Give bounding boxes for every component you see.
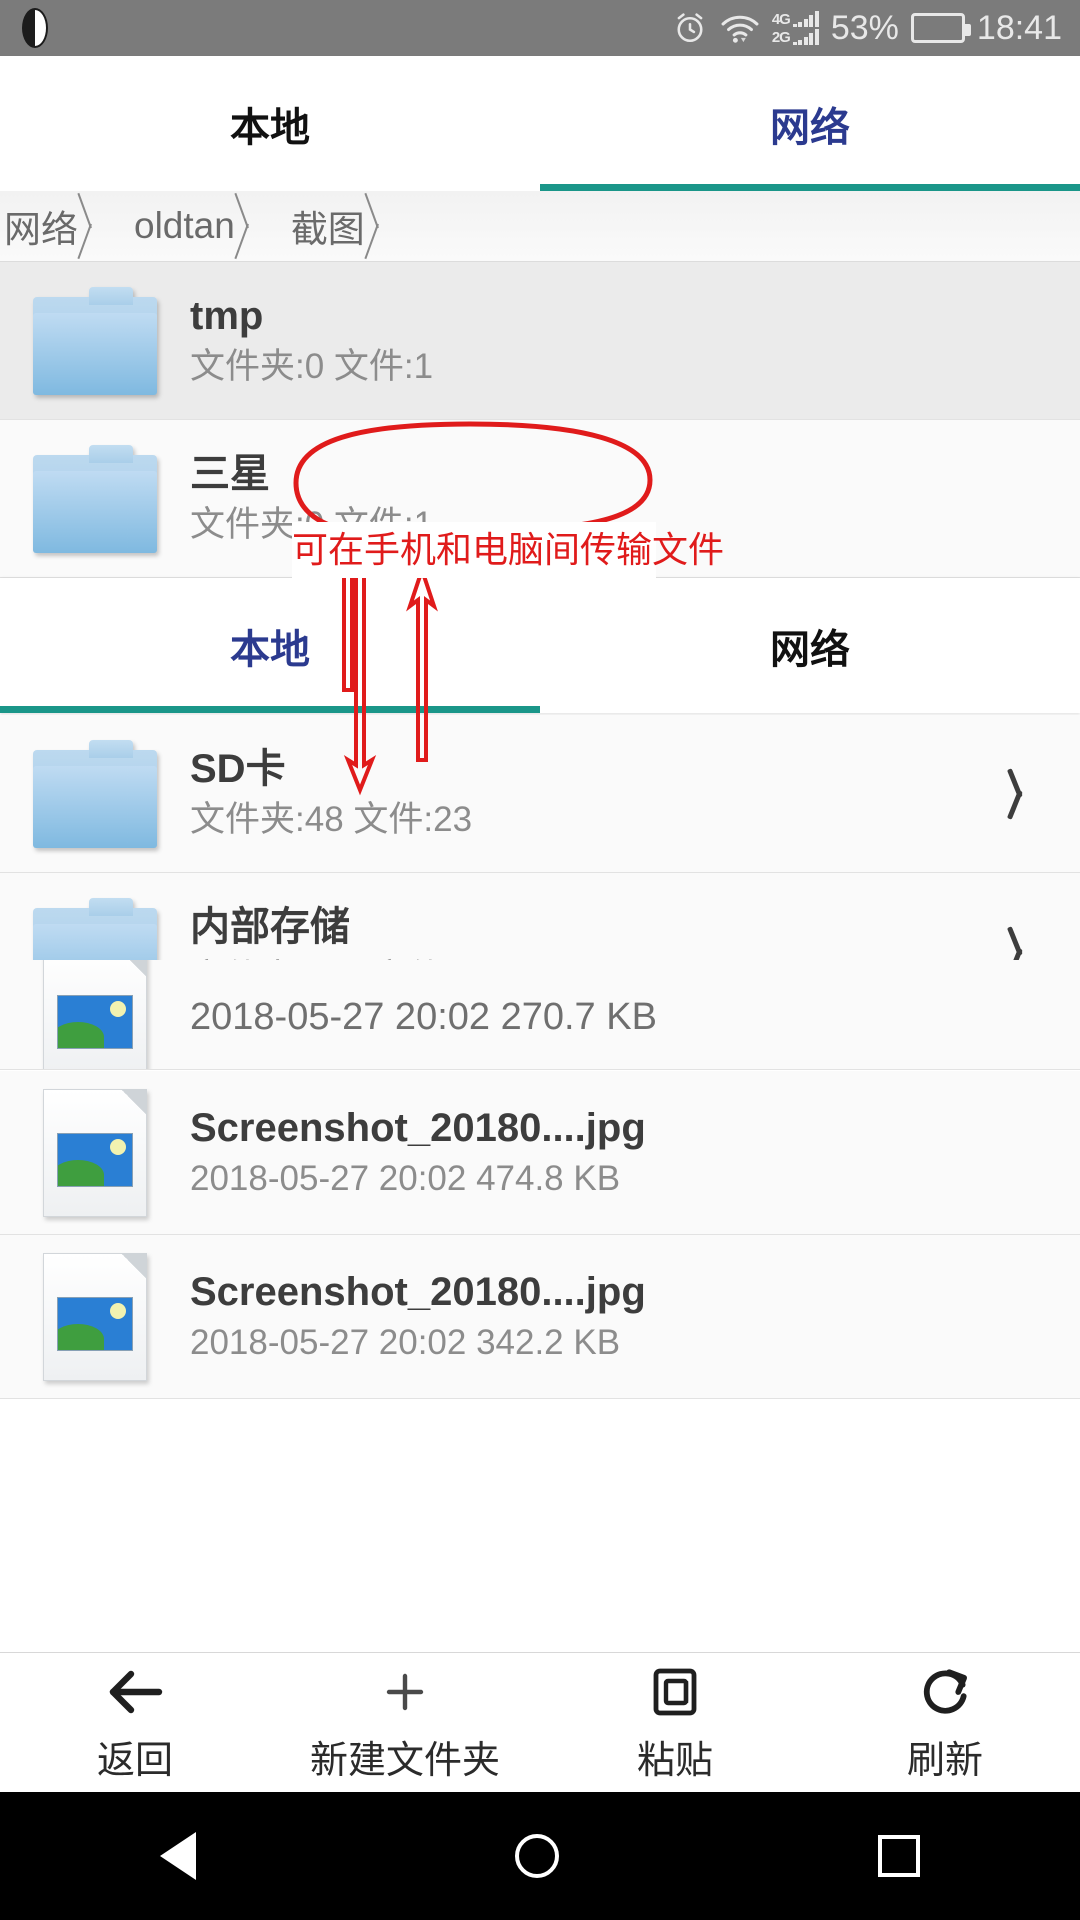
toolbar-refresh-button[interactable]: 刷新 [810,1663,1080,1784]
folder-icon [0,739,190,848]
list-item-text: tmp 文件夹:0 文件:1 [190,293,1080,389]
overlay-tab-local[interactable]: 本地 [0,578,540,713]
sim1-network-label: 4G [771,11,791,28]
list-item-text: Screenshot_20180....jpg 2018-05-27 20:02… [190,1269,1080,1365]
folder-icon [0,286,190,395]
sim1-bars-icon [792,11,819,27]
overlay-tab-network[interactable]: 网络 [540,578,1080,713]
status-bar-right: 4G 2G 53% 18:41 [672,9,1062,48]
list-item[interactable]: tmp 文件夹:0 文件:1 [0,262,1080,420]
toolbar-paste-button[interactable]: 粘贴 [540,1663,810,1784]
list-item[interactable]: Screenshot_20180....jpg 2018-05-27 20:02… [0,1235,1080,1399]
breadcrumb-item-network[interactable]: 网络 [0,191,130,261]
breadcrumb-label: 截图 [290,209,365,250]
toolbar-refresh-label: 刷新 [906,1739,983,1782]
plus-icon [381,1663,429,1721]
status-bar-clock: 18:41 [976,8,1062,47]
list-item-meta: 2018-05-27 20:02 474.8 KB [190,1158,621,1198]
half-moon-icon [22,8,48,48]
toolbar-back-label: 返回 [96,1739,173,1782]
list-item-text: SD卡 文件夹:48 文件:23 [190,746,970,842]
list-item-title: Screenshot_20180....jpg [190,1269,646,1314]
jpg-file-icon [0,1088,190,1217]
toolbar-new-folder-label: 新建文件夹 [309,1739,500,1782]
overlay-screenshot: 本地 网络 SD卡 文件夹:48 文件:23 内部存储 文件夹:137 文件:7 [0,578,1080,1003]
wifi-icon [721,15,759,43]
battery-percent-label: 53% [830,8,899,47]
overlay-tab-local-label: 本地 [230,627,310,672]
list-item-meta: 2018-05-27 20:02 342.2 KB [190,1322,621,1362]
nav-recents-icon[interactable] [878,1835,921,1877]
list-item-title: Screenshot_20180....jpg [190,1105,646,1150]
list-item-text: 2018-05-27 20:02 270.7 KB [190,988,1080,1042]
signal-indicators: 4G 2G [772,11,819,45]
list-item[interactable]: SD卡 文件夹:48 文件:23 [0,715,1080,873]
alarm-clock-icon [677,13,703,43]
status-bar: 4G 2G 53% 18:41 [0,0,1080,56]
list-item-title: 内部存储 [190,904,350,949]
list-item-meta: 2018-05-27 20:02 270.7 KB [190,995,657,1038]
tab-local-label: 本地 [230,105,310,150]
chevron-right-icon[interactable] [970,767,1080,821]
battery-icon [910,13,971,43]
chevron-right-icon [245,191,273,261]
breadcrumb-item-oldtan[interactable]: oldtan [130,191,287,261]
toolbar-paste-label: 粘贴 [636,1739,713,1782]
folder-icon [0,444,190,553]
sim2-bars-icon [792,29,819,45]
tab-network[interactable]: 网络 [540,56,1080,191]
tab-local[interactable]: 本地 [0,56,540,191]
status-bar-left [22,8,48,48]
list-item-meta: 文件夹:0 文件:1 [190,346,434,386]
overlay-tab-network-label: 网络 [770,627,850,672]
jpg-file-icon [0,960,190,1069]
toolbar-new-folder-button[interactable]: 新建文件夹 [270,1663,540,1784]
breadcrumb-item-screenshots[interactable]: 截图 [287,191,417,261]
chevron-right-icon [375,191,403,261]
nav-home-icon[interactable] [514,1834,559,1878]
list-item[interactable]: Screenshot_20180....jpg 2018-05-27 20:02… [0,1071,1080,1235]
list-item-text: Screenshot_20180....jpg 2018-05-27 20:02… [190,1105,1080,1201]
sim2-network-label: 2G [771,29,791,46]
breadcrumb: 网络 oldtan 截图 [0,191,1080,262]
sim1-signal: 4G [772,11,819,27]
chevron-right-icon [88,191,116,261]
back-arrow-icon [105,1663,165,1721]
list-item-title: SD卡 [190,746,286,791]
list-item-meta: 文件夹:48 文件:23 [190,799,473,839]
list-item-title: 三星 [190,451,270,496]
nav-back-icon[interactable] [159,1832,196,1880]
android-nav-bar [0,1792,1080,1920]
breadcrumb-label: 网络 [4,209,78,250]
jpg-file-icon [0,1252,190,1381]
paste-icon [650,1663,700,1721]
list-item-title: tmp [190,293,264,338]
top-tab-bar: 本地 网络 [0,56,1080,191]
bottom-toolbar: 返回 新建文件夹 粘贴 刷新 [0,1652,1080,1793]
refresh-icon [918,1663,972,1721]
list-item[interactable]: 2018-05-27 20:02 270.7 KB [0,960,1080,1070]
sim2-signal: 2G [772,29,819,45]
breadcrumb-label: oldtan [134,205,235,246]
tab-network-label: 网络 [770,105,850,150]
annotation-text: 可在手机和电脑间传输文件 [292,522,724,578]
toolbar-back-button[interactable]: 返回 [0,1663,270,1784]
overlay-tab-bar: 本地 网络 [0,578,1080,713]
